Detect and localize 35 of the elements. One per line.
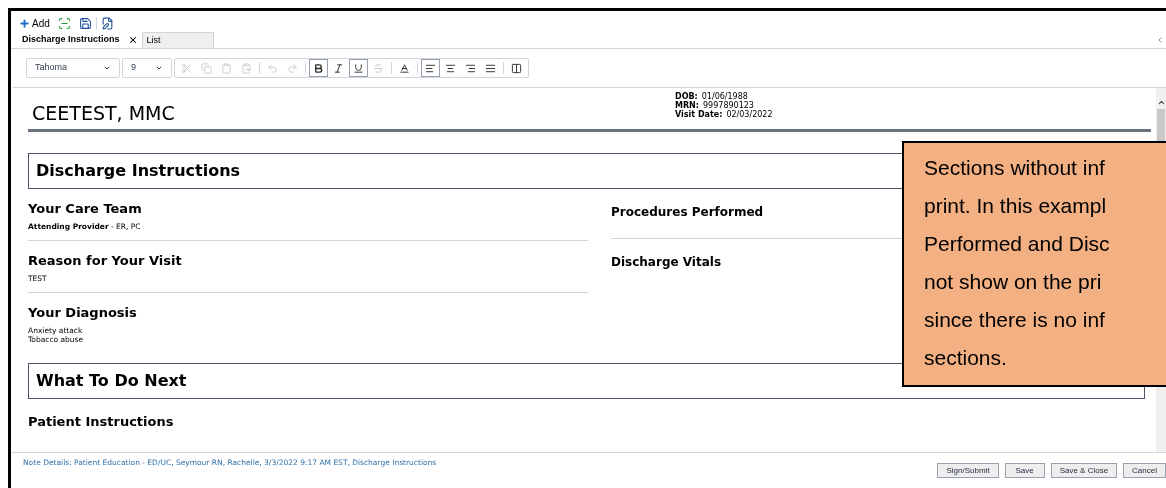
- detail-label: DOB:: [675, 92, 698, 101]
- font-dropdown[interactable]: Tahoma: [26, 58, 120, 78]
- footer-button[interactable]: Sign/Submit: [937, 463, 999, 478]
- footer-button[interactable]: Cancel: [1123, 463, 1166, 478]
- subsection-heading: Reason for Your Visit: [28, 253, 183, 269]
- bold-button[interactable]: [309, 59, 328, 77]
- detail-value: 02/03/2022: [726, 110, 773, 119]
- save-icon[interactable]: [78, 16, 92, 30]
- font-size-dropdown[interactable]: 9: [122, 58, 172, 78]
- detail-label: MRN:: [675, 101, 699, 110]
- scroll-up-icon[interactable]: [1156, 98, 1166, 107]
- scrollbar[interactable]: [1156, 88, 1166, 452]
- align-left-button[interactable]: [421, 59, 440, 77]
- footer-button[interactable]: Save & Close: [1050, 463, 1118, 478]
- subsection-heading: Your Care Team: [28, 201, 143, 217]
- collapse-icon[interactable]: [1156, 36, 1164, 44]
- dropdown-caret-icon: [155, 64, 163, 72]
- subsection-heading: Your Diagnosis: [28, 305, 138, 321]
- scan-icon[interactable]: [57, 16, 71, 30]
- add-button[interactable]: Add: [19, 15, 50, 31]
- subsection-heading: Discharge Vitals: [611, 254, 722, 271]
- edit-document-icon[interactable]: [100, 16, 114, 30]
- dropdown-caret-icon: [103, 64, 111, 72]
- patient-name: CEETEST, MMC: [31, 101, 176, 126]
- underline-button[interactable]: [349, 59, 368, 77]
- subsection-heading: Patient Instructions: [28, 413, 175, 431]
- annotation-tooltip: Sections without inf print. In this exampl Performed and Disc not show on the pri since there is no inf sections.: [902, 141, 1166, 387]
- detail-value: 01/06/1988: [701, 92, 748, 101]
- detail-label: Visit Date:: [675, 110, 723, 119]
- close-icon[interactable]: [127, 35, 138, 45]
- tab[interactable]: List: [141, 32, 214, 48]
- plus-icon: [19, 17, 30, 29]
- detail-value: 9997890123: [703, 101, 754, 110]
- subsection-heading: Procedures Performed: [611, 204, 764, 221]
- footer-button[interactable]: Save: [1004, 463, 1045, 478]
